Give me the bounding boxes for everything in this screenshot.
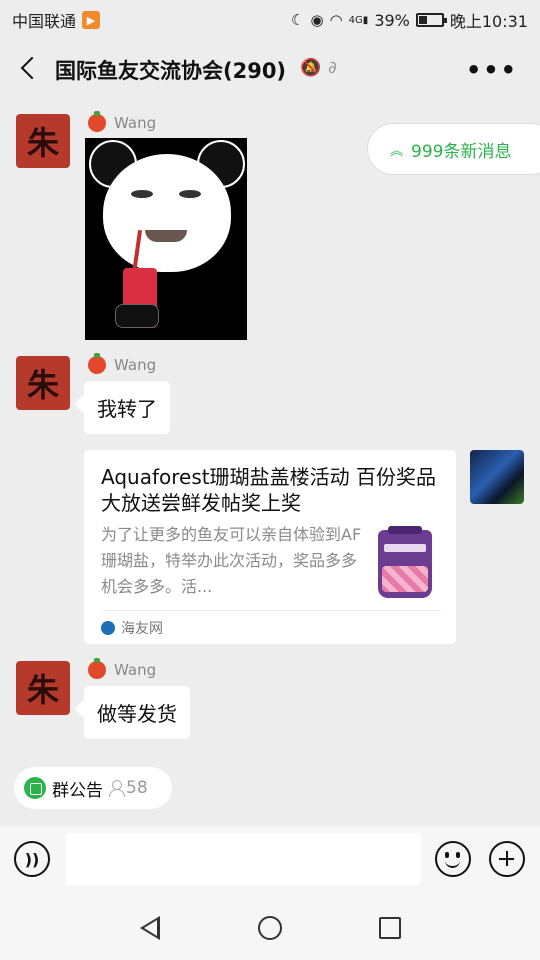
panda-eye [179,190,201,198]
new-messages-label: 999条新消息 [411,141,512,162]
nav-home-icon[interactable] [258,916,282,940]
sticker-image[interactable] [85,138,247,340]
member-count-value: 58 [126,778,148,798]
network-label: 4G [348,14,363,26]
group-announcement-button[interactable]: 群公告 58 [14,767,172,809]
message-input[interactable] [66,833,421,885]
self-avatar[interactable] [470,450,524,504]
ear-icon: ∂ [328,58,337,78]
status-bar: 中国联通 ▶ ☾ ◉ ◠ 4G▮ 39% 晚上10:31 [0,0,540,36]
announcement-label: 群公告 [52,780,103,801]
chat-title-text: 国际鱼友交流协会(290) [55,59,287,83]
emoji-icon[interactable] [435,841,471,877]
source-logo-icon [101,621,115,635]
message-bubble[interactable]: 我转了 [84,381,170,434]
card-source-label: 海友网 [121,621,163,637]
status-left: 中国联通 ▶ [12,8,101,32]
carrier-badge-icon: ▶ [82,11,101,29]
tomato-icon [88,353,106,374]
sender-line: Wang [88,658,157,679]
status-right: ☾ ◉ ◠ 4G▮ 39% 晚上10:31 [291,8,528,32]
card-description: 为了让更多的鱼友可以亲自体验到AF珊瑚盐，特举办此次活动，奖品多多机会多多。活.… [101,525,362,596]
chat-title[interactable]: 国际鱼友交流协会(290) [55,55,286,85]
sender-line: Wang [88,353,157,374]
system-nav-bar [0,896,540,960]
link-card[interactable]: Aquaforest珊瑚盐盖楼活动 百份奖品大放送尝鲜发帖奖上奖 为了让更多的鱼… [84,450,456,644]
panda-hand [115,304,159,328]
panda-mouth [145,230,187,242]
member-count: 58 [109,778,148,798]
battery-percent: 39% [374,10,410,30]
sender-name: Wang [114,114,157,132]
battery-icon [415,13,447,27]
chat-header: 国际鱼友交流协会(290) 🔕 ∂ ••• [0,36,540,102]
sender-line: Wang [88,111,157,132]
avatar[interactable]: 朱 [16,356,70,410]
double-chevron-up-icon: ︽ [390,143,404,159]
card-thumbnail [372,526,438,600]
panda-eye [131,190,153,198]
announcement-icon [24,777,46,799]
new-messages-button[interactable]: ︽ 999条新消息 [367,123,540,175]
nav-back-icon[interactable] [140,916,160,940]
card-source: 海友网 [101,618,163,638]
more-icon[interactable]: ••• [466,56,518,84]
avatar[interactable]: 朱 [16,114,70,168]
sender-name: Wang [114,661,157,679]
moon-icon: ☾ [291,11,305,29]
clock: 晚上10:31 [449,12,528,31]
nav-recent-icon[interactable] [379,917,401,939]
input-bar: )) [0,826,540,896]
tomato-icon [88,658,106,679]
salt-jar-image [378,526,432,598]
avatar[interactable]: 朱 [16,661,70,715]
wifi-icon: ◠ [329,11,343,29]
card-divider [101,610,441,611]
back-icon[interactable] [14,51,44,85]
message-bubble[interactable]: 做等发货 [84,686,190,739]
carrier-label: 中国联通 [12,12,77,31]
eye-icon: ◉ [310,11,324,29]
signal-icon: 4G▮ [348,14,369,26]
plus-icon[interactable] [489,841,525,877]
panda-face [103,154,231,272]
person-icon [109,780,125,797]
tomato-icon [88,111,106,132]
mute-icon: 🔕 [300,58,322,78]
voice-icon[interactable]: )) [14,841,50,877]
card-title: Aquaforest珊瑚盐盖楼活动 百份奖品大放送尝鲜发帖奖上奖 [101,465,436,515]
sender-name: Wang [114,356,157,374]
